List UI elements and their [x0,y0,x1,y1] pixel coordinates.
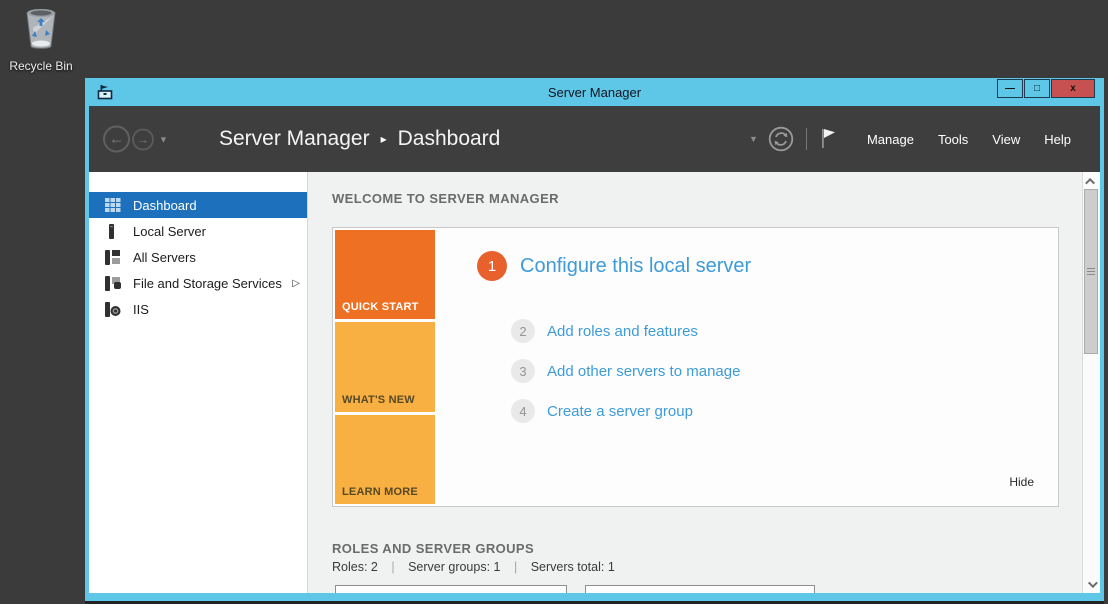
toolbar-divider [806,128,807,150]
menu-view[interactable]: View [992,132,1020,147]
recycle-bin-icon[interactable] [17,39,65,56]
quick-start-card: QUICK START WHAT'S NEW LEARN MORE 1 Conf… [332,227,1059,507]
navigation-bar: ← → ▼ Server Manager ▸ Dashboard ▼ [89,106,1100,172]
notifications-flag-icon[interactable] [819,127,839,151]
stat-server-groups: Server groups: 1 [408,560,500,574]
step-add-other-servers[interactable]: 3 Add other servers to manage [511,359,740,383]
sidebar-item-file-storage-services[interactable]: File and Storage Services ▷ [89,270,307,296]
whats-new-tab-label: WHAT'S NEW [342,394,415,406]
sidebar-item-iis[interactable]: IIS [89,296,307,322]
sidebar-item-all-servers[interactable]: All Servers [89,244,307,270]
step-link[interactable]: Create a server group [547,403,693,420]
sidebar-item-label: Local Server [133,224,206,239]
sidebar-item-label: File and Storage Services [133,276,282,291]
step-configure-local-server[interactable]: 1 Configure this local server [477,251,751,281]
hide-link[interactable]: Hide [1009,475,1034,489]
step-link[interactable]: Add other servers to manage [547,363,740,380]
menu-tools[interactable]: Tools [938,132,968,147]
sidebar-item-local-server[interactable]: Local Server [89,218,307,244]
menu-help[interactable]: Help [1044,132,1071,147]
scroll-up-button[interactable] [1083,173,1100,189]
quick-start-tab[interactable]: QUICK START [335,230,435,319]
role-tile[interactable] [335,585,567,593]
stat-servers-total: Servers total: 1 [531,560,615,574]
sidebar: Dashboard Local Server [89,172,308,593]
iis-icon [105,302,122,317]
scrollbar-thumb[interactable] [1084,189,1098,354]
step-number-badge: 3 [511,359,535,383]
stat-separator: | [514,560,517,574]
window-title: Server Manager [89,85,1100,100]
dashboard-icon [105,198,122,212]
step-create-server-group[interactable]: 4 Create a server group [511,399,693,423]
sidebar-item-label: IIS [133,302,149,317]
step-number-badge: 1 [477,251,507,281]
breadcrumb-root[interactable]: Server Manager [219,127,370,150]
stat-separator: | [391,560,394,574]
breadcrumb: Server Manager ▸ Dashboard [219,127,500,151]
welcome-heading: WELCOME TO SERVER MANAGER [332,191,559,206]
sidebar-item-dashboard[interactable]: Dashboard [89,192,307,218]
file-storage-icon [105,276,122,291]
main-content: WELCOME TO SERVER MANAGER QUICK START WH… [308,172,1082,593]
step-link[interactable]: Configure this local server [520,255,751,278]
breadcrumb-separator-icon: ▸ [381,132,387,146]
vertical-scrollbar[interactable] [1082,172,1100,593]
roles-section-heading: ROLES AND SERVER GROUPS [332,541,534,556]
recycle-bin[interactable]: Recycle Bin [8,4,74,73]
step-number-badge: 2 [511,319,535,343]
learn-more-tab-label: LEARN MORE [342,486,418,498]
thumb-grip-icon [1087,268,1095,275]
menu-manage[interactable]: Manage [867,132,914,147]
stat-roles: Roles: 2 [332,560,378,574]
forward-icon[interactable]: → [132,128,154,150]
scope-caret-icon[interactable]: ▼ [749,134,758,144]
role-tile[interactable] [585,585,815,593]
title-bar[interactable]: Server Manager — □ x [89,78,1100,106]
quick-start-tab-label: QUICK START [342,301,419,313]
step-link[interactable]: Add roles and features [547,323,698,340]
step-number-badge: 4 [511,399,535,423]
recycle-bin-label: Recycle Bin [8,59,74,73]
whats-new-tab[interactable]: WHAT'S NEW [335,322,435,411]
minimize-button[interactable]: — [997,79,1023,98]
learn-more-tab[interactable]: LEARN MORE [335,415,435,504]
all-servers-icon [105,250,122,265]
close-button[interactable]: x [1051,79,1095,98]
maximize-button[interactable]: □ [1024,79,1050,98]
back-icon[interactable]: ← [103,126,130,153]
chevron-up-icon [1085,177,1095,187]
breadcrumb-current[interactable]: Dashboard [398,127,501,150]
scroll-down-button[interactable] [1083,576,1100,592]
sidebar-item-label: Dashboard [133,198,197,213]
server-manager-window: Server Manager — □ x ← → ▼ Server Manage… [85,78,1104,601]
sidebar-item-label: All Servers [133,250,196,265]
local-server-icon [105,224,122,239]
chevron-down-icon [1088,578,1098,588]
step-add-roles-features[interactable]: 2 Add roles and features [511,319,698,343]
expand-arrow-icon[interactable]: ▷ [292,278,300,289]
history-caret-icon[interactable]: ▼ [159,134,168,144]
roles-stats: Roles: 2 | Server groups: 1 | Servers to… [332,560,615,574]
refresh-icon[interactable] [768,126,794,152]
